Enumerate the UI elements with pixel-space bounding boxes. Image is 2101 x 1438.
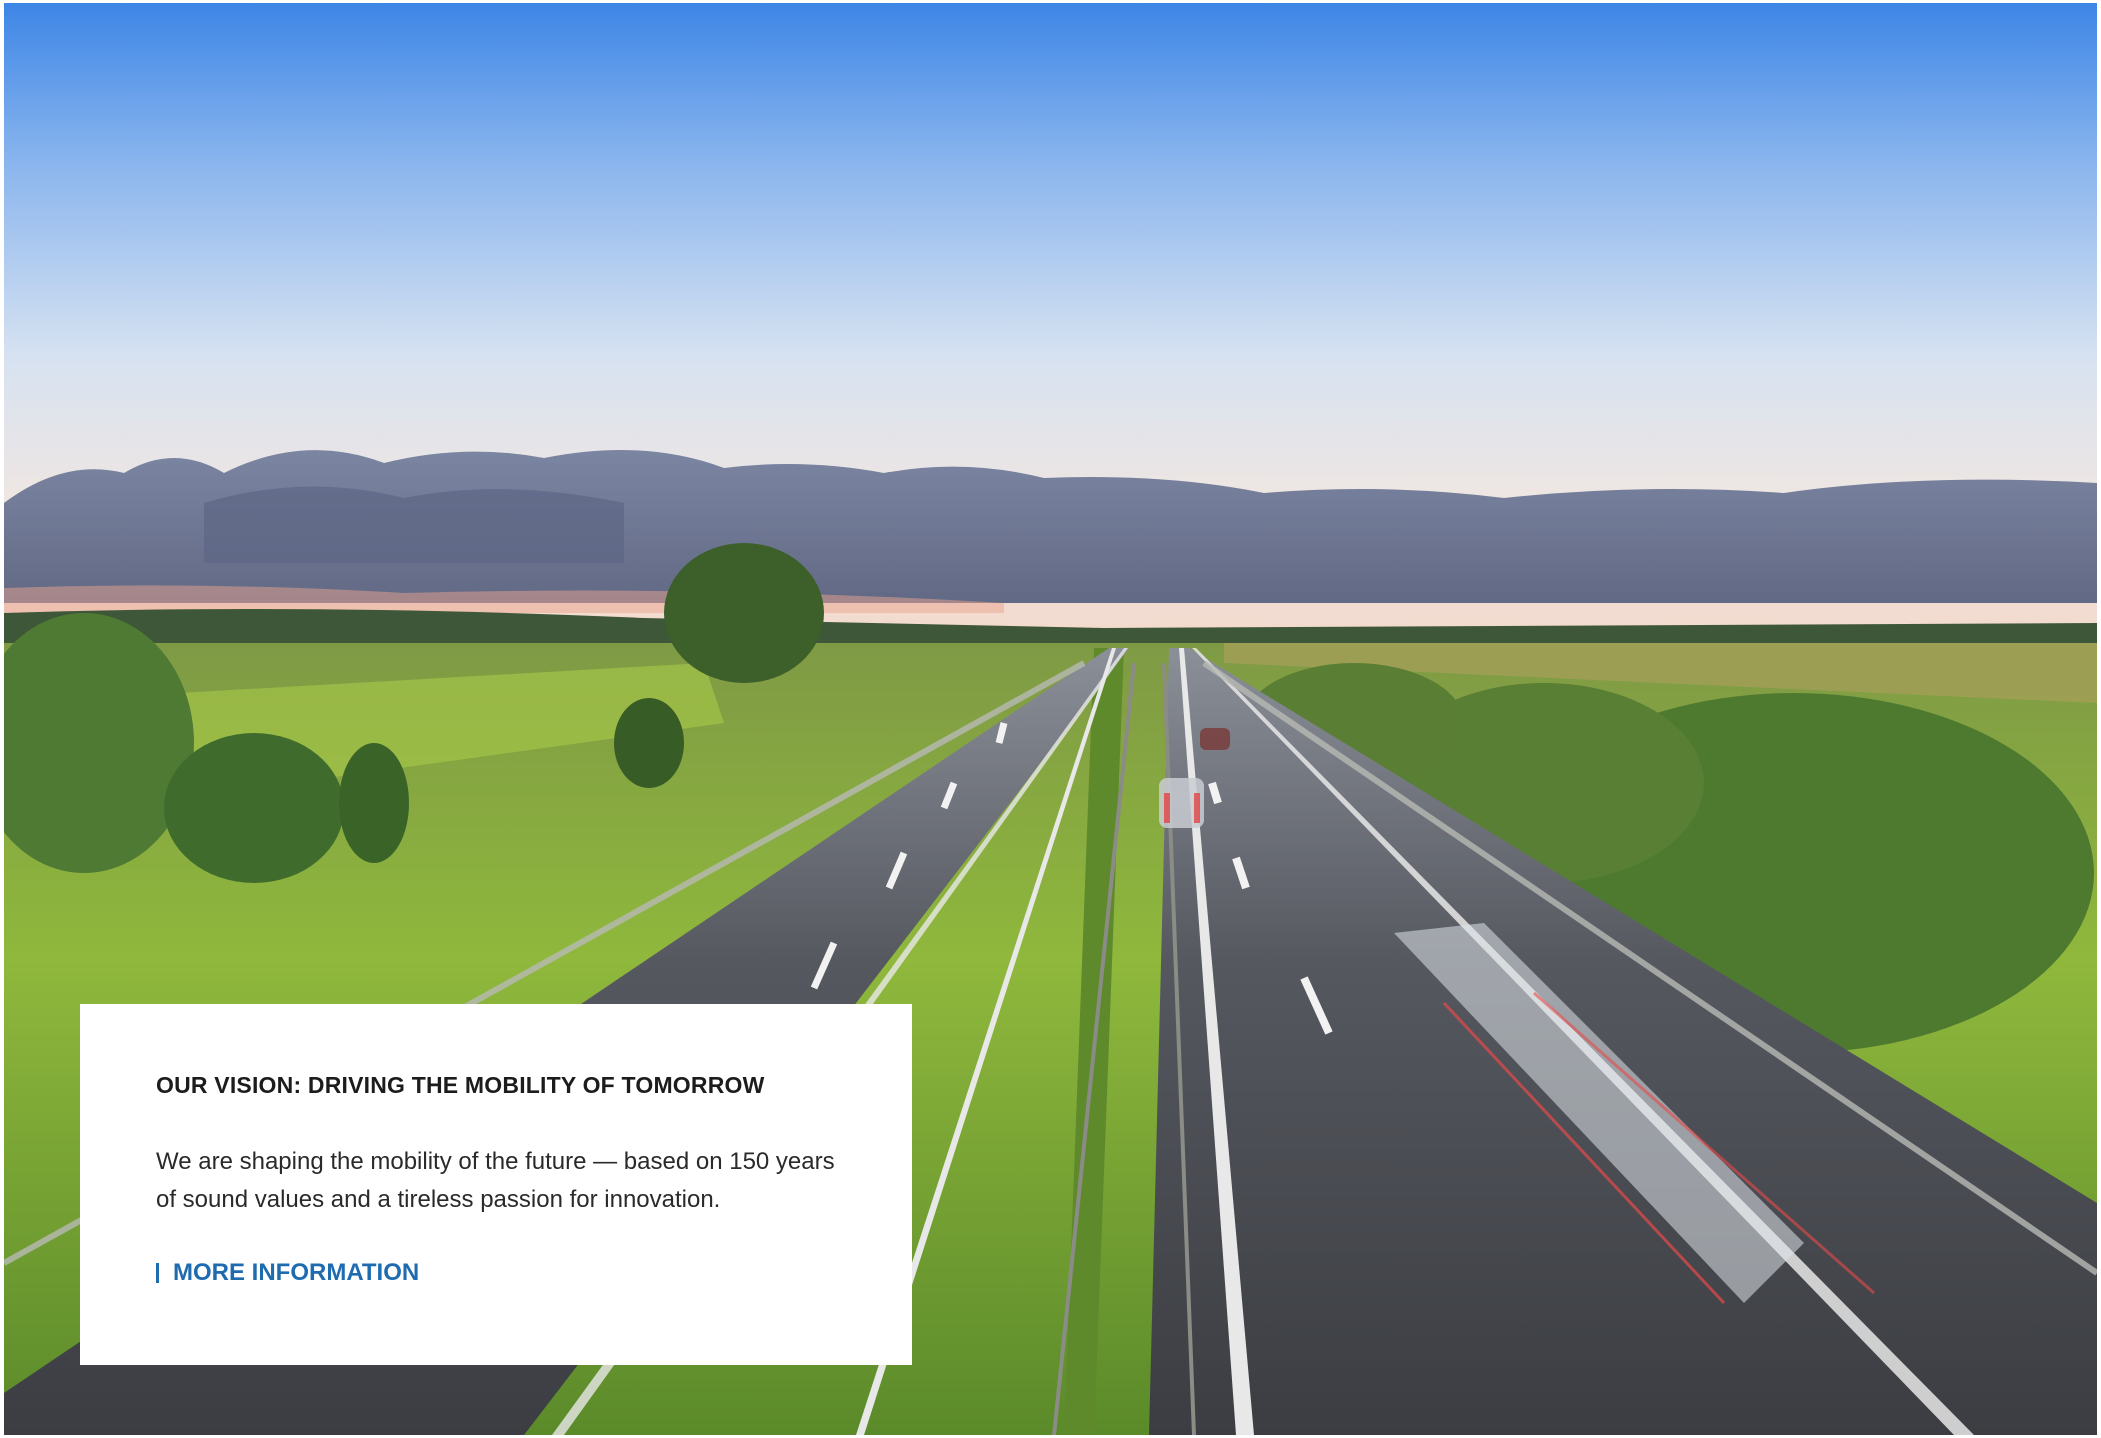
teaser-body-line-2: of sound values and a tireless passion f… bbox=[156, 1186, 721, 1213]
teaser-title: OUR VISION: DRIVING THE MOBILITY OF TOMO… bbox=[156, 1072, 765, 1098]
more-information-link[interactable]: MORE INFORMATION bbox=[156, 1259, 836, 1287]
more-information-label: MORE INFORMATION bbox=[173, 1259, 420, 1286]
link-bar-icon bbox=[156, 1263, 159, 1283]
teaser-card: OUR VISION: DRIVING THE MOBILITY OF TOMO… bbox=[80, 1004, 912, 1365]
page: OUR VISION: DRIVING THE MOBILITY OF TOMO… bbox=[0, 0, 2101, 1438]
teaser-body: We are shaping the mobility of the futur… bbox=[156, 1143, 846, 1219]
teaser-body-line-1: We are shaping the mobility of the futur… bbox=[156, 1148, 835, 1175]
